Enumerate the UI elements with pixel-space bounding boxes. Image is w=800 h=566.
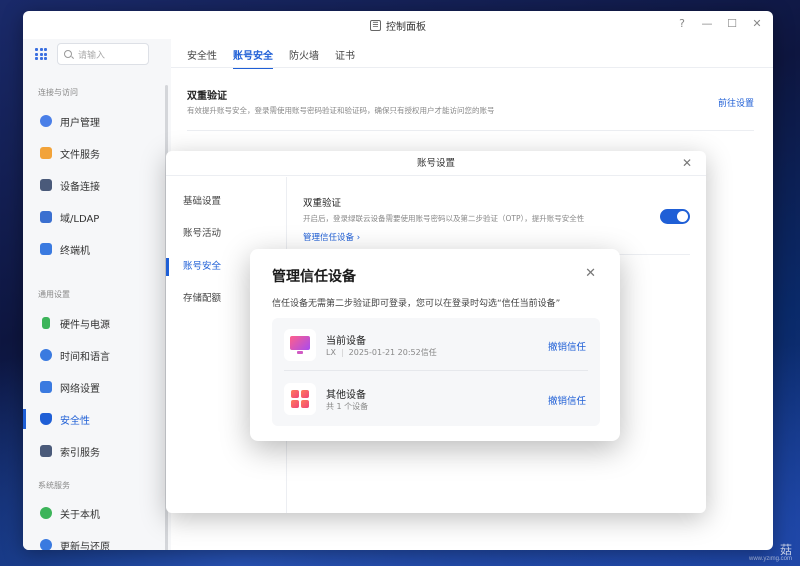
list-item: 其他设备 共 1 个设备 撤销信任 [284, 372, 588, 425]
go-to-settings-link[interactable]: 前往设置 [718, 96, 754, 109]
window-title: 控制面板 [386, 21, 426, 33]
sidebar-item-update-restore[interactable]: 更新与还原 [23, 532, 163, 550]
section-label: 连接与访问 [38, 88, 78, 97]
monitor-icon [284, 329, 316, 361]
minimize-icon[interactable]: — [701, 18, 713, 30]
tab-account-security[interactable]: 账号安全 [233, 47, 273, 69]
device-name: 其他设备 [326, 390, 366, 401]
revoke-trust-button[interactable]: 撤销信任 [548, 393, 586, 407]
sidebar-item-domain-ldap[interactable]: 域/LDAP [23, 204, 163, 230]
close-icon[interactable]: ✕ [585, 267, 596, 280]
device-list: 当前设备 LX | 2025-01-21 20:52信任 撤销信任 其他设备 共 1… [272, 318, 600, 426]
user-icon [40, 115, 52, 127]
two-factor-toggle[interactable] [660, 209, 690, 224]
sidebar-item-time-language[interactable]: 时间和语言 [23, 342, 163, 368]
sidebar-item-users[interactable]: 用户管理 [23, 108, 163, 134]
two-factor-title: 双重验证 [303, 198, 342, 209]
search-icon [64, 50, 72, 58]
sidebar-item-terminal[interactable]: 终端机 [23, 236, 163, 262]
dialog-description: 信任设备无需第二步验证即可登录，您可以在登录时勾选“信任当前设备” [272, 299, 561, 309]
tab-firewall[interactable]: 防火墙 [289, 47, 319, 69]
device-meta: 共 1 个设备 [326, 402, 369, 411]
device-meta: LX | 2025-01-21 20:52信任 [326, 348, 437, 357]
dialog-title: 管理信任设备 [272, 269, 356, 285]
terminal-icon [40, 243, 52, 255]
device-name: 当前设备 [326, 336, 366, 347]
app-grid-icon[interactable] [35, 48, 47, 60]
section-title: 双重验证 [187, 91, 227, 102]
maximize-icon[interactable]: ☐ [726, 18, 738, 30]
sidebar: 请输入 连接与访问 用户管理 文件服务 设备连接 域/LDAP 终端机 通用设置… [23, 39, 171, 550]
manage-trusted-devices-link[interactable]: 管理信任设备 › [303, 231, 360, 243]
help-icon[interactable]: ? [676, 18, 688, 30]
section-description: 有效提升账号安全，登录需使用账号密码验证和验证码，确保只有授权用户才能访问您的账… [187, 106, 495, 115]
sidebar-item-index-service[interactable]: 索引服务 [23, 438, 163, 464]
folder-icon [40, 147, 52, 159]
sync-icon [40, 539, 52, 550]
trusted-devices-dialog: 管理信任设备 ✕ 信任设备无需第二步验证即可登录，您可以在登录时勾选“信任当前设… [250, 249, 620, 441]
nav-account-activity[interactable]: 账号活动 [166, 221, 286, 247]
index-icon [40, 445, 52, 457]
tab-certificate[interactable]: 证书 [335, 47, 355, 69]
window-controls: ? — ☐ ✕ [676, 18, 763, 30]
control-panel-icon: ☰ [370, 19, 381, 31]
sidebar-item-hardware-power[interactable]: 硬件与电源 [23, 310, 163, 336]
search-placeholder: 请输入 [78, 50, 106, 61]
nav-basic-settings[interactable]: 基础设置 [166, 189, 286, 215]
clock-icon [40, 349, 52, 361]
shield-icon [40, 413, 52, 425]
search-input[interactable]: 请输入 [57, 43, 149, 65]
dialog-title: 账号设置 [166, 151, 706, 176]
sidebar-item-about[interactable]: 关于本机 [23, 500, 163, 526]
device-icon [40, 179, 52, 191]
section-label: 系统服务 [38, 481, 70, 490]
divider [171, 67, 773, 68]
network-icon [40, 381, 52, 393]
section-label: 通用设置 [38, 290, 70, 299]
list-item: 当前设备 LX | 2025-01-21 20:52信任 撤销信任 [284, 318, 588, 371]
battery-icon [42, 317, 50, 329]
sidebar-item-device-connection[interactable]: 设备连接 [23, 172, 163, 198]
sidebar-item-file-services[interactable]: 文件服务 [23, 140, 163, 166]
two-factor-description: 开启后，登录绿联云设备需要使用账号密码以及第二步验证（OTP），提升账号安全性 [303, 214, 585, 223]
revoke-trust-button[interactable]: 撤销信任 [548, 339, 586, 353]
close-icon[interactable]: ✕ [682, 157, 692, 169]
titlebar[interactable]: ☰ 控制面板 ? — ☐ ✕ [23, 11, 773, 39]
tab-security[interactable]: 安全性 [187, 47, 217, 69]
close-icon[interactable]: ✕ [751, 18, 763, 30]
divider [187, 130, 754, 131]
devices-grid-icon [284, 383, 316, 415]
tab-bar: 安全性 账号安全 防火墙 证书 [187, 47, 355, 69]
sidebar-item-security[interactable]: 安全性 [23, 406, 163, 432]
info-icon [40, 507, 52, 519]
domain-icon [40, 211, 52, 223]
sidebar-item-network[interactable]: 网络设置 [23, 374, 163, 400]
